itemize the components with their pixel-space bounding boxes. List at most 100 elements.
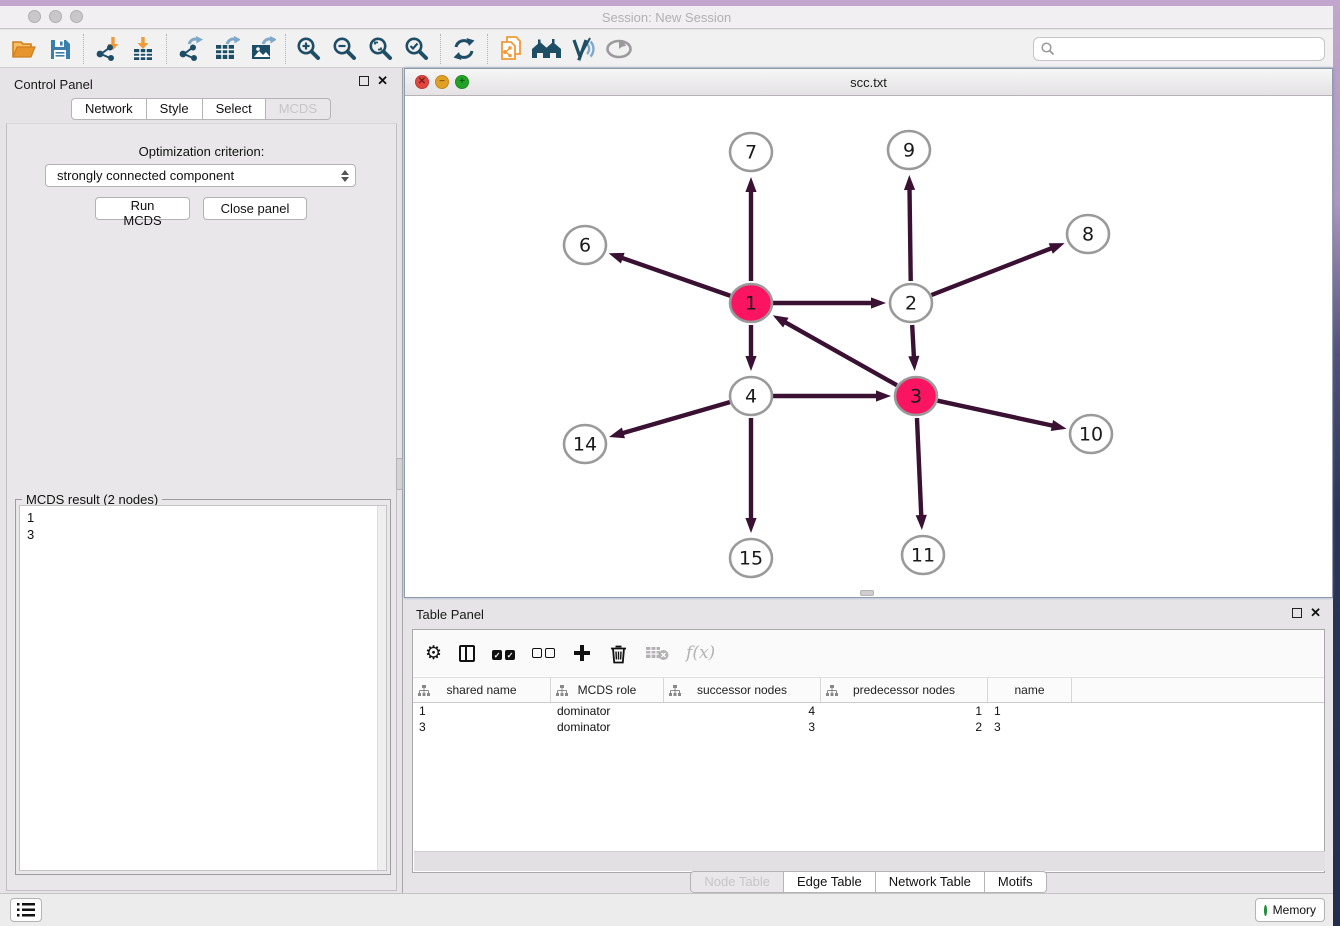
graph-edge-arrowhead — [609, 428, 625, 439]
tab-style[interactable]: Style — [147, 98, 203, 120]
memory-button[interactable]: Memory — [1255, 898, 1325, 922]
node-table-body: 1dominator4113dominator323 — [413, 703, 1324, 735]
graph-edge-3-11[interactable] — [917, 418, 921, 518]
column-type-icon — [826, 685, 838, 697]
select-all-button[interactable]: ✓✓ — [492, 638, 515, 668]
column-header-shared-name[interactable]: shared name — [413, 678, 551, 702]
add-row-button[interactable] — [572, 638, 592, 668]
graph-node-10[interactable]: 10 — [1070, 415, 1112, 453]
graph-edge-2-9[interactable] — [909, 187, 910, 281]
gear-icon: ⚙ — [425, 644, 442, 663]
table-cell[interactable]: 3 — [988, 719, 1072, 735]
toolbar-separator — [487, 34, 488, 64]
tab-select[interactable]: Select — [203, 98, 266, 120]
zoom-out-button[interactable] — [327, 33, 363, 65]
graph-edge-1-6[interactable] — [620, 257, 730, 296]
run-mcds-button[interactable]: Run MCDS — [95, 197, 190, 220]
close-panel-icon[interactable]: ✕ — [377, 76, 388, 86]
graph-node-6[interactable]: 6 — [564, 226, 606, 264]
home-button[interactable] — [529, 33, 565, 65]
graph-node-4[interactable]: 4 — [730, 377, 772, 415]
open-file-button[interactable] — [6, 33, 42, 65]
delete-row-button[interactable] — [609, 638, 628, 668]
vizmapper-button[interactable] — [565, 33, 601, 65]
graph-node-15[interactable]: 15 — [730, 539, 772, 577]
deselect-all-button[interactable] — [532, 638, 555, 668]
column-header-successor-nodes[interactable]: successor nodes — [664, 678, 821, 702]
import-network-button[interactable] — [89, 33, 125, 65]
tab-mcds[interactable]: MCDS — [266, 98, 331, 120]
graph-edge-2-3[interactable] — [912, 325, 914, 359]
save-session-button[interactable] — [42, 33, 78, 65]
function-builder-button[interactable]: f(x) — [686, 638, 715, 668]
graph-edge-arrowhead — [916, 515, 927, 530]
float-table-panel-icon[interactable] — [1292, 608, 1302, 618]
show-graphics-details-button[interactable] — [601, 33, 637, 65]
graph-edge-3-10[interactable] — [937, 401, 1054, 426]
graph-node-3[interactable]: 3 — [895, 377, 937, 415]
export-network-button[interactable] — [172, 33, 208, 65]
graph-node-9[interactable]: 9 — [888, 131, 930, 169]
graph-edge-arrowhead — [1051, 420, 1067, 431]
network-from-clipboard-icon — [498, 35, 524, 62]
splitter-grip[interactable] — [396, 458, 403, 490]
tab-node-table[interactable]: Node Table — [690, 871, 784, 893]
close-panel-button[interactable]: Close panel — [203, 197, 307, 220]
tab-motifs[interactable]: Motifs — [985, 871, 1047, 893]
zoom-in-button[interactable] — [291, 33, 327, 65]
export-table-button[interactable] — [208, 33, 244, 65]
import-table-button[interactable] — [125, 33, 161, 65]
mcds-scrollbar[interactable] — [377, 506, 386, 870]
column-header-MCDS-role[interactable]: MCDS role — [551, 678, 664, 702]
zoom-selected-button[interactable] — [399, 33, 435, 65]
column-layout-button[interactable] — [459, 638, 475, 668]
search-input[interactable] — [1056, 39, 1324, 59]
table-cell[interactable]: 1 — [413, 703, 551, 719]
tab-edge-table[interactable]: Edge Table — [784, 871, 876, 893]
refresh-button[interactable] — [446, 33, 482, 65]
table-panel: Table Panel ✕ ⚙ ✓✓ f(x) shared nameMCDS … — [404, 600, 1333, 896]
table-cell[interactable]: 4 — [664, 703, 821, 719]
graph-node-label: 1 — [745, 293, 757, 315]
control-panel-title: Control Panel — [14, 77, 93, 92]
network-canvas[interactable]: 7 9 6 8 1 2 4 3 14 10 15 11 — [405, 96, 1332, 597]
graph-edge-arrowhead — [904, 175, 915, 190]
graph-node-8[interactable]: 8 — [1067, 215, 1109, 253]
graph-node-2[interactable]: 2 — [890, 284, 932, 322]
tab-network[interactable]: Network — [71, 98, 147, 120]
column-header-predecessor-nodes[interactable]: predecessor nodes — [821, 678, 988, 702]
graph-node-1[interactable]: 1 — [730, 284, 772, 322]
table-cell[interactable]: 2 — [821, 719, 988, 735]
network-hscrollbar-thumb[interactable] — [860, 590, 874, 596]
table-cell[interactable]: 1 — [821, 703, 988, 719]
table-cell[interactable]: 3 — [413, 719, 551, 735]
graph-node-14[interactable]: 14 — [564, 425, 606, 463]
table-row[interactable]: 1dominator411 — [413, 703, 1324, 719]
table-footer-scroll-area[interactable] — [414, 851, 1325, 871]
graph-node-7[interactable]: 7 — [730, 133, 772, 171]
table-settings-button[interactable]: ⚙ — [425, 638, 442, 668]
table-row[interactable]: 3dominator323 — [413, 719, 1324, 735]
optimization-criterion-select[interactable]: strongly connected component — [45, 164, 356, 187]
task-history-button[interactable] — [10, 898, 42, 922]
main-titlebar: Session: New Session — [0, 6, 1333, 29]
tab-network-table[interactable]: Network Table — [876, 871, 985, 893]
float-panel-icon[interactable] — [359, 76, 369, 86]
graph-edge-4-14[interactable] — [621, 402, 730, 434]
export-image-button[interactable] — [244, 33, 280, 65]
column-header-name[interactable]: name — [988, 678, 1072, 702]
graph-edge-3-1[interactable] — [783, 321, 897, 385]
graph-node-11[interactable]: 11 — [902, 536, 944, 574]
memory-status-dot — [1264, 905, 1267, 916]
table-cell[interactable]: 3 — [664, 719, 821, 735]
delete-table-button[interactable] — [645, 638, 669, 668]
table-cell[interactable]: dominator — [551, 703, 664, 719]
table-cell[interactable]: 1 — [988, 703, 1072, 719]
zoom-fit-button[interactable] — [363, 33, 399, 65]
eye-icon — [605, 38, 633, 60]
network-from-clipboard-button[interactable] — [493, 33, 529, 65]
close-table-panel-icon[interactable]: ✕ — [1310, 608, 1321, 618]
graph-edge-2-8[interactable] — [931, 247, 1053, 295]
table-cell[interactable]: dominator — [551, 719, 664, 735]
mcds-result-text[interactable]: 13 — [19, 505, 387, 871]
